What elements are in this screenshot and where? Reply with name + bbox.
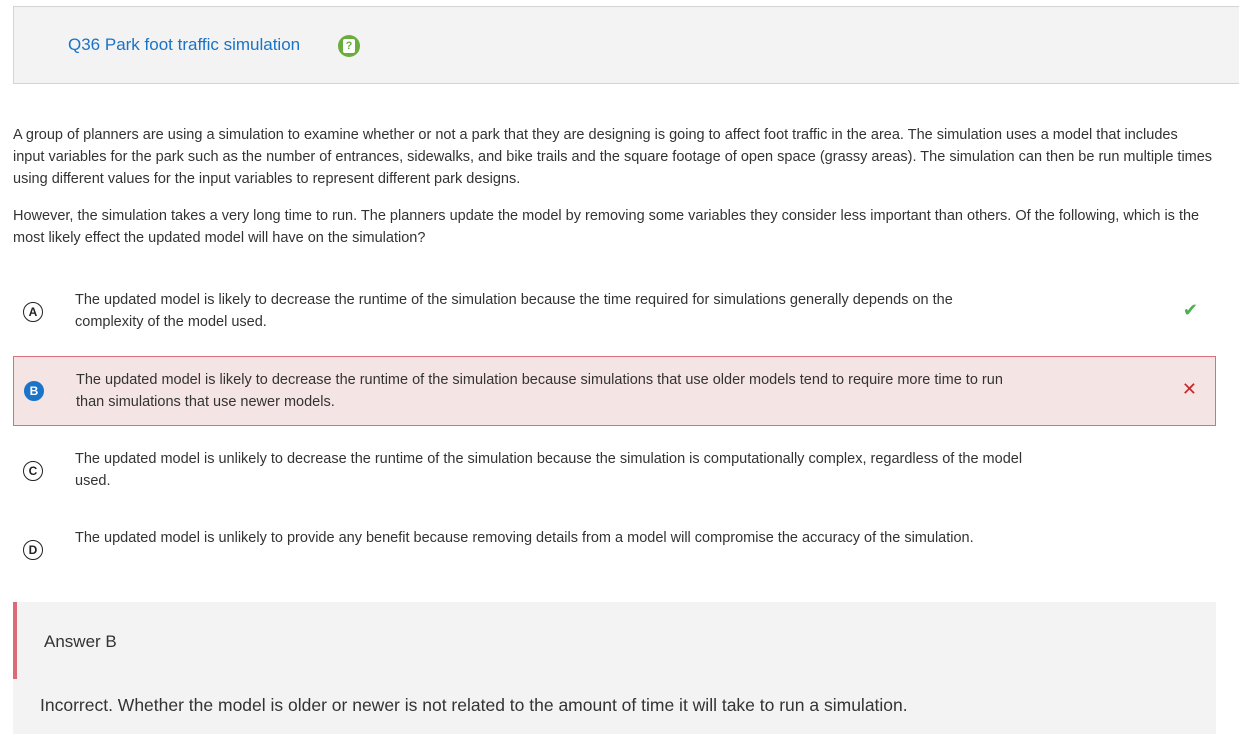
answer-explanation-panel: Answer B Incorrect. Whether the model is… [13,602,1216,734]
choice-a[interactable]: A The updated model is likely to decreas… [13,287,1216,335]
answer-accent-bar [13,602,17,679]
choice-text: The updated model is unlikely to provide… [75,530,974,546]
question-title[interactable]: Q36 Park foot traffic simulation [68,35,300,55]
question-passage: A group of planners are using a simulati… [13,124,1213,264]
answer-label: Answer B [44,632,117,651]
choice-letter-c[interactable]: C [23,461,43,481]
choice-text: The updated model is unlikely to decreas… [75,451,1023,489]
check-icon: ✔ [1182,300,1198,320]
answer-explanation: Incorrect. Whether the model is older or… [40,695,908,715]
close-icon: ✕ [1181,379,1197,399]
choice-text: The updated model is likely to decrease … [75,292,953,330]
choice-letter-a[interactable]: A [23,302,43,322]
choice-letter-d[interactable]: D [23,540,43,560]
choice-letter-b[interactable]: B [24,381,44,401]
choice-c[interactable]: C The updated model is unlikely to decre… [13,446,1216,494]
help-question-icon[interactable]: ? [338,35,360,57]
choice-text: The updated model is likely to decrease … [76,372,1003,410]
passage-paragraph: However, the simulation takes a very lon… [13,208,1200,246]
passage-paragraph: A group of planners are using a simulati… [13,127,1213,187]
choice-b[interactable]: B The updated model is likely to decreas… [13,356,1216,426]
question-header: Q36 Park foot traffic simulation ? [13,6,1239,84]
choice-d[interactable]: D The updated model is unlikely to provi… [13,525,1216,573]
